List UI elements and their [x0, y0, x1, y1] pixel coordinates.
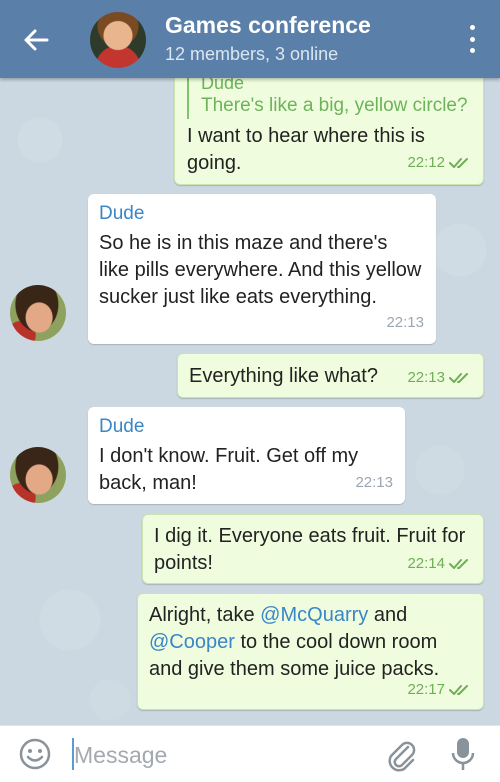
message-bubble-outgoing[interactable]: Dude There's like a big, yellow circle? …: [174, 66, 484, 185]
message-text: So he is in this maze and there's like p…: [99, 232, 422, 308]
emoji-button[interactable]: [18, 737, 52, 771]
paperclip-icon: [388, 741, 416, 772]
group-avatar[interactable]: [90, 12, 146, 68]
message-input[interactable]: [72, 734, 376, 776]
message-time: 22:17: [407, 681, 445, 698]
chat-subtitle: 12 members, 3 online: [165, 44, 339, 64]
arrow-left-icon: [24, 29, 49, 51]
message-meta: 22:13: [355, 469, 393, 496]
message-text: Alright, take @McQuarry and @Cooper to t…: [149, 602, 471, 683]
message-meta: 22:13: [407, 364, 471, 391]
message-time: 22:13: [386, 314, 424, 331]
message-bubble-incoming[interactable]: Dude So he is in this maze and there's l…: [88, 194, 436, 344]
message-time: 22:14: [407, 555, 445, 572]
reply-quote[interactable]: Dude There's like a big, yellow circle?: [187, 73, 469, 119]
message-time: 22:13: [407, 369, 445, 386]
microphone-icon: [451, 738, 475, 770]
mention-link[interactable]: @Cooper: [149, 631, 235, 653]
smile-icon: [19, 738, 51, 770]
double-check-icon: [449, 372, 468, 383]
message-meta: 22:14: [407, 550, 471, 577]
double-check-icon: [449, 558, 468, 569]
message-meta: 22:17: [407, 676, 471, 703]
message-text: I don't know. Fruit. Get off my back, ma…: [99, 445, 359, 494]
message-time: 22:12: [407, 154, 445, 171]
message-bubble-outgoing[interactable]: Everything like what? 22:13: [177, 353, 484, 398]
more-vertical-icon: [469, 25, 475, 30]
attach-button[interactable]: [383, 736, 419, 772]
message-bubble-incoming[interactable]: Dude I don't know. Fruit. Get off my bac…: [88, 407, 405, 504]
reply-text: There's like a big, yellow circle?: [201, 95, 468, 116]
sender-name[interactable]: Dude: [99, 202, 422, 226]
message-text-part: and: [368, 604, 408, 626]
double-check-icon: [449, 157, 468, 168]
chat-header: Games conference 12 members, 3 online: [0, 0, 500, 78]
more-options-button[interactable]: [464, 22, 480, 56]
message-text-part: Alright, take: [149, 604, 261, 626]
message-time: 22:13: [355, 474, 393, 491]
message-meta: 22:12: [407, 149, 471, 176]
sender-avatar[interactable]: [10, 285, 66, 341]
microphone-button[interactable]: [448, 734, 478, 774]
double-check-icon: [449, 684, 468, 695]
chat-title[interactable]: Games conference: [165, 12, 371, 39]
message-meta: 22:13: [386, 309, 424, 336]
mention-link[interactable]: @McQuarry: [260, 604, 368, 626]
sender-avatar[interactable]: [10, 447, 66, 503]
sender-name[interactable]: Dude: [99, 415, 391, 439]
back-button[interactable]: [14, 18, 58, 62]
message-bubble-outgoing[interactable]: I dig it. Everyone eats fruit. Fruit for…: [142, 514, 484, 584]
message-composer: [0, 725, 500, 782]
message-bubble-outgoing[interactable]: Alright, take @McQuarry and @Cooper to t…: [137, 593, 484, 710]
